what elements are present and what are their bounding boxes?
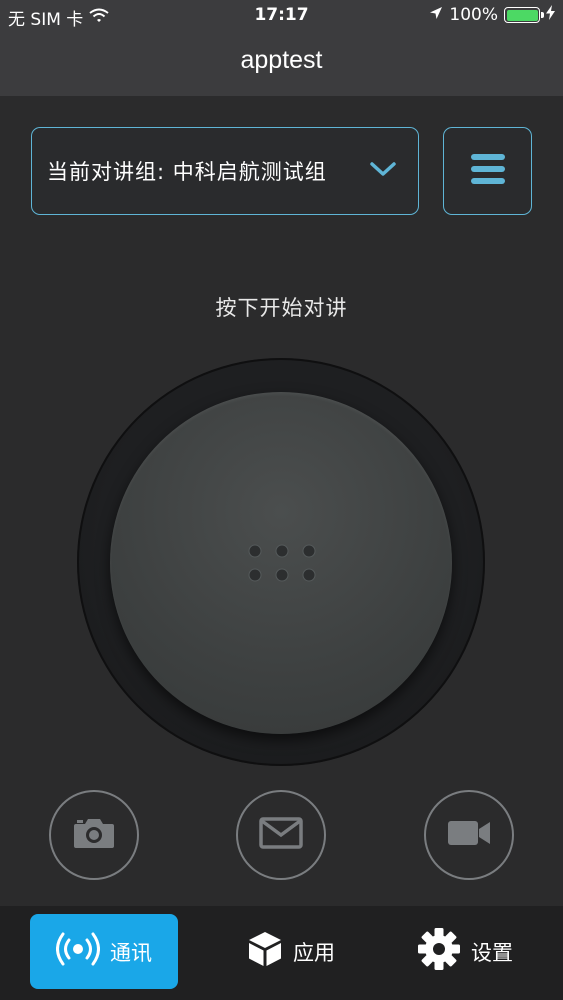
tab-settings[interactable]: 设置 <box>400 914 530 989</box>
tab-bar: 通讯 应用 设置 <box>0 906 563 1000</box>
location-arrow-icon <box>429 5 443 25</box>
talk-hint: 按下开始对讲 <box>215 296 348 320</box>
tab-apps-label: 应用 <box>293 940 335 965</box>
nav-title: apptest <box>240 46 323 74</box>
camera-button[interactable] <box>49 790 139 880</box>
gear-icon <box>417 927 461 976</box>
tab-apps[interactable]: 应用 <box>226 914 356 989</box>
battery-fill <box>506 9 538 21</box>
battery-percent: 100% <box>449 5 498 25</box>
app-screen: 无 SIM 卡 17:17 100% apptest 当前对讲组: 中科启航测试… <box>0 0 563 1000</box>
talk-group-label: 当前对讲组: 中科启航测试组 <box>47 160 327 184</box>
cube-icon <box>247 930 283 973</box>
tab-communication-label: 通讯 <box>110 940 152 965</box>
broadcast-icon <box>56 931 100 972</box>
message-button[interactable] <box>236 790 326 880</box>
chevron-down-icon <box>370 161 396 181</box>
menu-button[interactable] <box>443 127 532 215</box>
tab-settings-label: 设置 <box>471 940 513 965</box>
hamburger-menu-icon <box>469 152 507 190</box>
talk-group-selector[interactable]: 当前对讲组: 中科启航测试组 <box>31 127 419 215</box>
tab-communication[interactable]: 通讯 <box>30 914 178 989</box>
charging-bolt-icon <box>546 5 555 25</box>
grip-dots-icon <box>247 543 317 583</box>
top-bar: 无 SIM 卡 17:17 100% apptest <box>0 0 563 96</box>
status-right: 100% <box>429 5 555 25</box>
envelope-icon <box>259 817 303 853</box>
battery-icon <box>504 7 544 23</box>
video-button[interactable] <box>424 790 514 880</box>
status-bar: 无 SIM 卡 17:17 100% <box>0 0 563 32</box>
video-camera-icon <box>446 819 492 851</box>
camera-icon <box>72 816 116 854</box>
